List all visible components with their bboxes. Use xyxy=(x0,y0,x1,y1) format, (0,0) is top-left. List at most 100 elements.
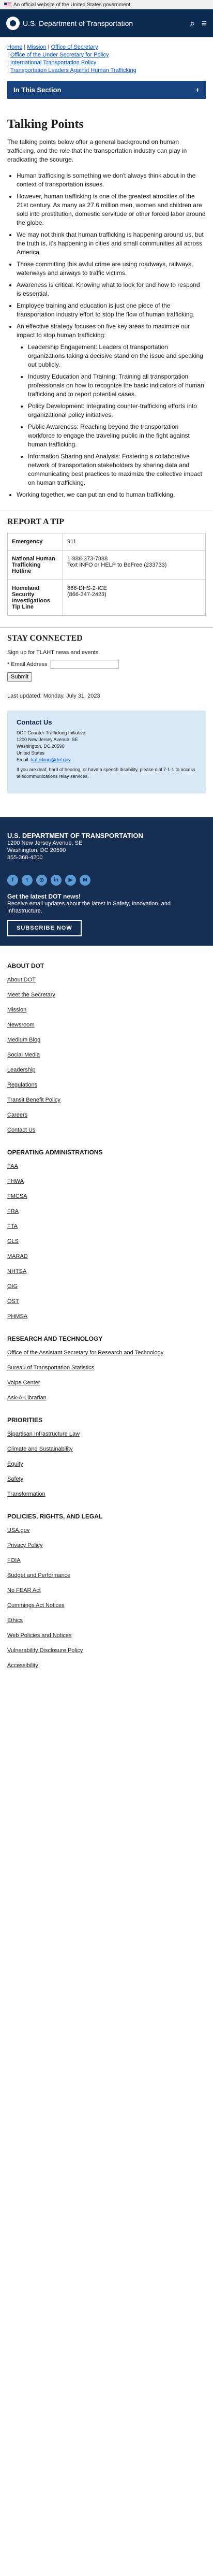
contact-note: If you are deaf, hard of hearing, or hav… xyxy=(17,767,195,779)
breadcrumb-intl-policy[interactable]: International Transportation Policy xyxy=(10,60,96,66)
footer-link[interactable]: Equity xyxy=(7,1461,206,1467)
footer-section-operating-admins: Operating Administrations FAA FHWA FMCSA… xyxy=(7,1149,206,1320)
in-this-section-toggle[interactable]: In This Section + xyxy=(7,81,206,99)
footer-link[interactable]: Careers xyxy=(7,1112,206,1118)
footer-link[interactable]: Cummings Act Notices xyxy=(7,1602,206,1609)
footer-section-title: Operating Administrations xyxy=(7,1149,103,1156)
page-title: Talking Points xyxy=(7,118,84,131)
footer-link[interactable]: Safety xyxy=(7,1476,206,1482)
menu-icon[interactable]: ≡ xyxy=(201,18,207,29)
footer-link[interactable]: Regulations xyxy=(7,1082,206,1088)
footer-link[interactable]: Ethics xyxy=(7,1617,206,1624)
list-item: Industry Education and Training: Trainin… xyxy=(28,372,206,399)
footer-link[interactable]: Vulnerability Disclosure Policy xyxy=(7,1647,206,1654)
footer-link[interactable]: Transformation xyxy=(7,1491,206,1497)
footer-link[interactable]: Newsroom xyxy=(7,1022,206,1028)
footer-link[interactable]: Mission xyxy=(7,1007,206,1013)
footer-link[interactable]: Ask-A-Librarian xyxy=(7,1395,206,1401)
list-item: Information Sharing and Analysis: Foster… xyxy=(28,452,206,487)
email-label: * Email Address xyxy=(7,661,48,668)
report-tip-table: Emergency 911 National Human Trafficking… xyxy=(7,533,206,616)
tip-value: 911 xyxy=(63,533,206,551)
footer-section-policies: Policies, Rights, and Legal USA.gov Priv… xyxy=(7,1513,206,1669)
footer-link[interactable]: FHWA xyxy=(7,1178,206,1184)
footer-link[interactable]: Bipartisan Infrastructure Law xyxy=(7,1431,206,1437)
footer-link[interactable]: Accessibility xyxy=(7,1662,206,1669)
footer-link[interactable]: Leadership xyxy=(7,1067,206,1073)
footer-link[interactable]: USA.gov xyxy=(7,1527,206,1533)
contact-title: Contact Us xyxy=(17,718,52,726)
plus-icon: + xyxy=(195,86,200,94)
tip-label: Emergency xyxy=(7,533,63,551)
site-header: U.S. Department of Transportation ⌕ ≡ xyxy=(0,9,213,37)
dot-seal-icon xyxy=(6,17,20,30)
contact-address-2: Washington, DC 20590 xyxy=(17,744,65,749)
footer-link[interactable]: FTA xyxy=(7,1223,206,1229)
newsletter-text: Receive email updates about the latest i… xyxy=(7,901,171,914)
talking-points-list: Human trafficking is something we don't … xyxy=(0,171,206,499)
linkedin-icon[interactable]: in xyxy=(51,875,62,886)
divider xyxy=(0,627,213,628)
footer-top: U.S. DEPARTMENT OF TRANSPORTATION 1200 N… xyxy=(0,817,213,946)
footer-link[interactable]: Office of the Assistant Secretary for Re… xyxy=(7,1350,206,1356)
submit-button[interactable]: Submit xyxy=(7,672,33,682)
report-tip-title: REPORT A TIP xyxy=(7,517,64,526)
footer-link[interactable]: PHMSA xyxy=(7,1313,206,1320)
footer-dept: U.S. DEPARTMENT OF TRANSPORTATION xyxy=(7,832,143,840)
footer-link[interactable]: Meet the Secretary xyxy=(7,992,206,998)
footer-link[interactable]: OIG xyxy=(7,1283,206,1290)
dot-logo[interactable]: U.S. Department of Transportation xyxy=(6,17,133,30)
subscribe-button[interactable]: SUBSCRIBE NOW xyxy=(7,920,82,936)
youtube-icon[interactable]: ▶ xyxy=(65,875,76,886)
list-item: We may not think that human trafficking … xyxy=(17,230,206,257)
five-areas-intro: An effective strategy focuses on five ke… xyxy=(17,323,190,339)
list-item: Public Awareness: Reaching beyond the tr… xyxy=(28,423,206,449)
breadcrumb-office-of-secretary[interactable]: Office of Secretary xyxy=(51,44,98,50)
breadcrumb-tlaht[interactable]: Transportation Leaders Against Human Tra… xyxy=(10,67,136,74)
footer-link[interactable]: Bureau of Transportation Statistics xyxy=(7,1365,206,1371)
footer-link[interactable]: No FEAR Act xyxy=(7,1587,206,1594)
tip-label: Homeland Security Investigations Tip Lin… xyxy=(7,580,63,616)
footer-link[interactable]: FMCSA xyxy=(7,1193,206,1199)
footer-link[interactable]: NHTSA xyxy=(7,1268,206,1275)
facebook-icon[interactable]: f xyxy=(7,875,18,886)
footer-link[interactable]: Budget and Performance xyxy=(7,1572,206,1579)
footer-link[interactable]: Social Media xyxy=(7,1052,206,1058)
footer-link[interactable]: FRA xyxy=(7,1208,206,1214)
footer-link[interactable]: FOIA xyxy=(7,1557,206,1564)
table-row: Emergency 911 xyxy=(7,533,206,551)
footer-link[interactable]: About DOT xyxy=(7,977,206,983)
gov-banner-text: An official website of the United States… xyxy=(13,2,131,8)
footer-section-priorities: Priorities Bipartisan Infrastructure Law… xyxy=(7,1416,206,1497)
breadcrumb: Home | Mission | Office of Secretary | O… xyxy=(7,44,136,74)
footer-link[interactable]: OST xyxy=(7,1298,206,1305)
footer-section-title: About DOT xyxy=(7,962,44,969)
footer-address-2: Washington, DC 20590 xyxy=(7,847,66,853)
footer-link[interactable]: Medium Blog xyxy=(7,1037,206,1043)
footer-link[interactable]: Privacy Policy xyxy=(7,1542,206,1549)
breadcrumb-home[interactable]: Home xyxy=(7,44,22,50)
us-flag-icon xyxy=(4,2,11,7)
email-signup-row: * Email Address xyxy=(7,660,206,669)
email-input[interactable] xyxy=(50,660,118,669)
breadcrumb-under-secretary[interactable]: Office of the Under Secretary for Policy xyxy=(10,52,109,58)
footer-link[interactable]: GLS xyxy=(7,1238,206,1244)
footer-link[interactable]: MARAD xyxy=(7,1253,206,1260)
footer-link[interactable]: Transit Benefit Policy xyxy=(7,1097,206,1103)
footer-section-title: Research and Technology xyxy=(7,1335,103,1342)
contact-email-link[interactable]: trafficking@dot.gov xyxy=(31,757,71,762)
instagram-icon[interactable]: ◎ xyxy=(36,875,47,886)
search-icon[interactable]: ⌕ xyxy=(190,18,195,29)
footer-link[interactable]: Climate and Sustainability xyxy=(7,1446,206,1452)
list-item: Working together, we can put an end to h… xyxy=(17,490,206,499)
footer-nav: About DOT About DOT Meet the Secretary M… xyxy=(0,946,213,1688)
footer-link[interactable]: Contact Us xyxy=(7,1127,206,1133)
footer-link[interactable]: FAA xyxy=(7,1163,206,1169)
footer-link[interactable]: Web Policies and Notices xyxy=(7,1632,206,1639)
twitter-icon[interactable]: t xyxy=(22,875,33,886)
breadcrumb-mission[interactable]: Mission xyxy=(27,44,46,50)
footer-link[interactable]: Volpe Center xyxy=(7,1380,206,1386)
site-title: U.S. Department of Transportation xyxy=(23,19,133,27)
stay-connected-text: Sign up for TLAHT news and events. xyxy=(7,649,100,656)
medium-icon[interactable]: M xyxy=(80,875,90,886)
